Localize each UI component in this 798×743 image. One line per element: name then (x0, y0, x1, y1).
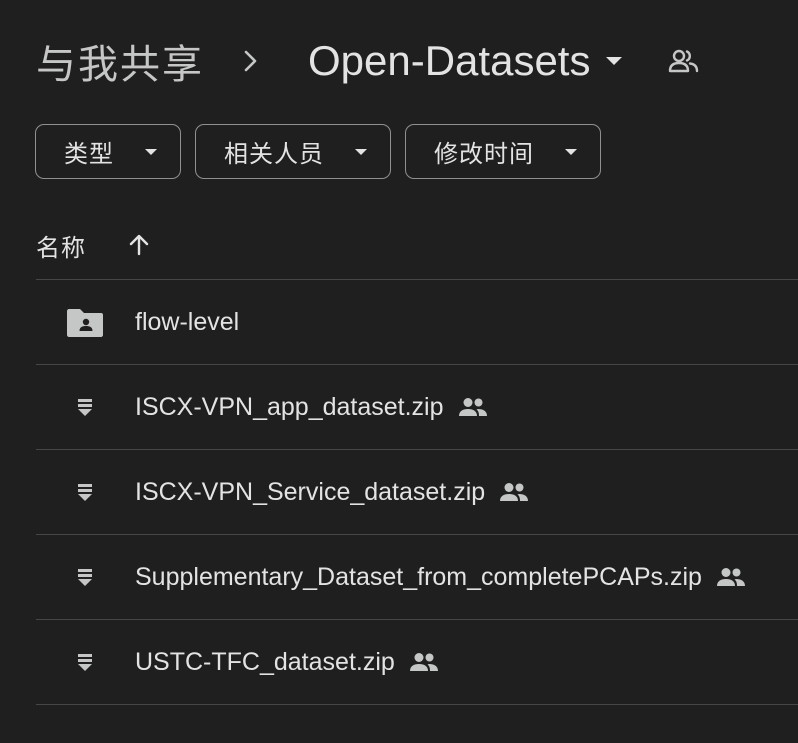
filter-modified-chip[interactable]: 修改时间 (405, 124, 601, 179)
list-item[interactable]: Supplementary_Dataset_from_completePCAPs… (36, 534, 798, 619)
file-name: ISCX-VPN_app_dataset.zip (135, 393, 488, 422)
caret-down-icon (354, 148, 368, 156)
filter-bar: 类型 相关人员 修改时间 (35, 124, 601, 179)
people-icon (458, 396, 488, 418)
people-icon (409, 651, 439, 673)
caret-down-icon (564, 148, 578, 156)
zip-file-icon (66, 473, 104, 511)
zip-file-icon (66, 388, 104, 426)
filter-people-chip[interactable]: 相关人员 (195, 124, 391, 179)
people-outline-icon[interactable] (668, 45, 700, 77)
people-icon (716, 566, 746, 588)
list-item[interactable]: flow-level (36, 279, 798, 364)
file-name: Supplementary_Dataset_from_completePCAPs… (135, 563, 746, 592)
list-item[interactable]: ISCX-VPN_Service_dataset.zip (36, 449, 798, 534)
breadcrumb-current-folder[interactable]: Open-Datasets (308, 37, 624, 85)
filter-modified-label: 修改时间 (434, 140, 534, 168)
filter-type-label: 类型 (64, 140, 114, 168)
caret-down-icon (144, 148, 158, 156)
people-icon (499, 481, 529, 503)
filter-type-chip[interactable]: 类型 (35, 124, 181, 179)
chevron-right-icon (242, 30, 260, 92)
file-name: USTC-TFC_dataset.zip (135, 648, 439, 677)
file-name-text: flow-level (135, 307, 240, 336)
column-name-header[interactable]: 名称 (36, 228, 86, 263)
zip-file-icon (66, 643, 104, 681)
breadcrumb-root-shared-with-me[interactable]: 与我共享 (36, 32, 204, 90)
file-name: flow-level (135, 308, 239, 337)
column-header: 名称 (36, 222, 150, 268)
file-name-text: Supplementary_Dataset_from_completePCAPs… (135, 562, 702, 591)
breadcrumb: 与我共享 Open-Datasets (36, 30, 700, 92)
list-item[interactable]: USTC-TFC_dataset.zip (36, 619, 798, 705)
zip-file-icon (66, 558, 104, 596)
file-list: flow-level ISCX-VPN_app_dataset.zip ISCX… (36, 279, 798, 705)
file-name-text: ISCX-VPN_Service_dataset.zip (135, 477, 486, 506)
file-name-text: USTC-TFC_dataset.zip (135, 647, 395, 676)
shared-folder-icon (66, 303, 104, 341)
file-name: ISCX-VPN_Service_dataset.zip (135, 478, 529, 507)
arrow-up-sort-icon[interactable] (128, 233, 150, 257)
caret-down-icon (604, 55, 624, 67)
file-name-text: ISCX-VPN_app_dataset.zip (135, 392, 444, 421)
current-folder-title: Open-Datasets (308, 37, 591, 84)
filter-people-label: 相关人员 (224, 140, 324, 168)
list-item[interactable]: ISCX-VPN_app_dataset.zip (36, 364, 798, 449)
